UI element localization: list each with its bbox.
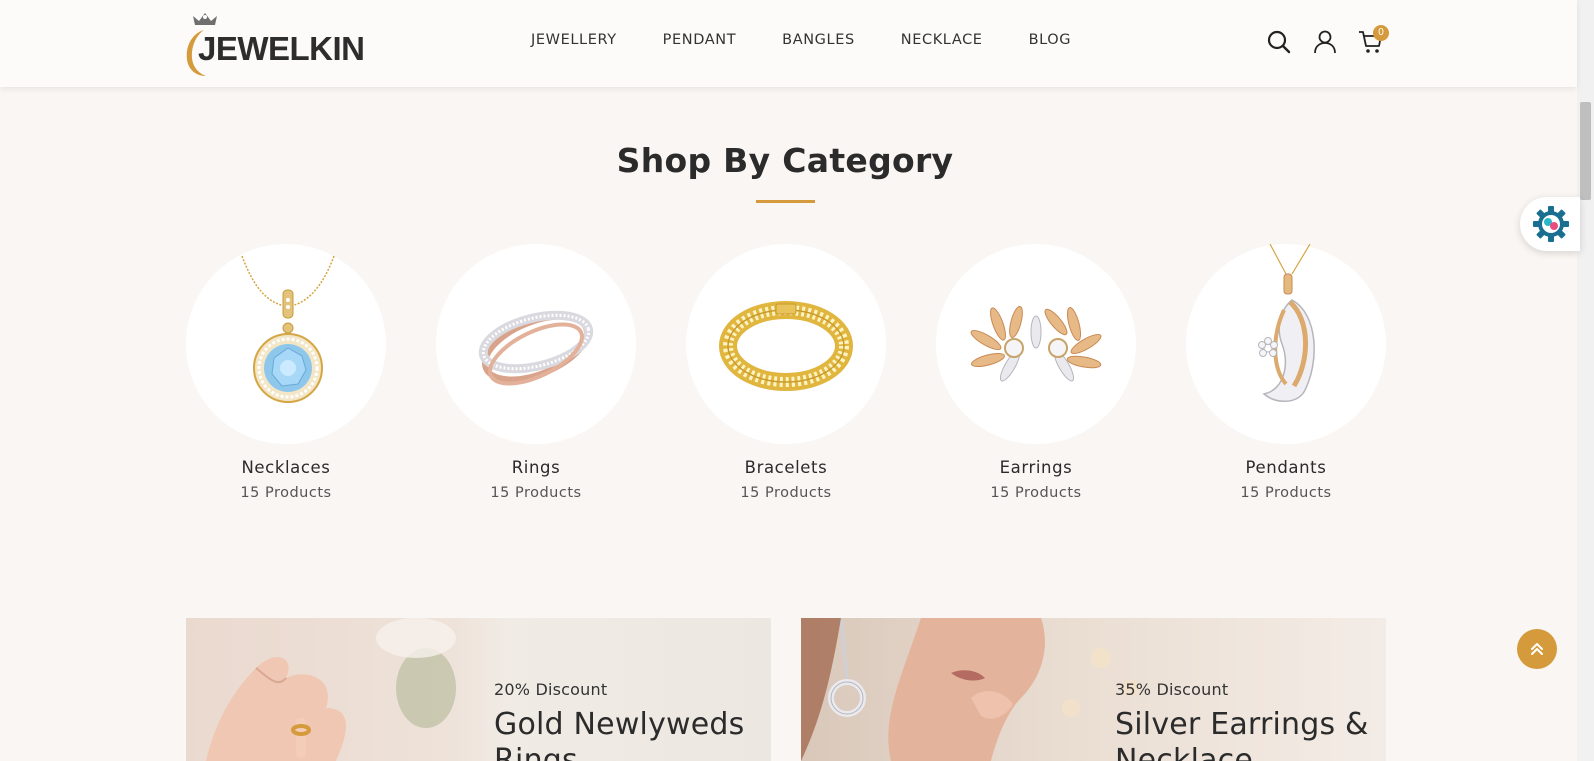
category-count: 15 Products [740,485,832,501]
banner-discount-label: 20% Discount [494,680,608,699]
search-icon[interactable] [1266,29,1292,55]
category-rings[interactable]: Rings 15 Products [436,244,636,501]
double-chevron-up-icon [1531,643,1543,655]
category-name[interactable]: Pendants [1186,458,1386,477]
banner-title[interactable]: Gold Newlyweds Rings [494,707,754,761]
nav-item-jewellery[interactable]: JEWELLERY [531,32,617,48]
category-count: 15 Products [490,485,582,501]
brand-logo[interactable]: JEWELKIN [184,12,365,76]
user-icon[interactable] [1312,29,1338,55]
category-count: 15 Products [240,485,332,501]
banner-discount-label: 35% Discount [1115,680,1229,699]
bracelet-image[interactable] [686,244,886,444]
category-name[interactable]: Rings [436,458,636,477]
nav-item-blog[interactable]: BLOG [1029,32,1072,48]
category-name[interactable]: Necklaces [186,458,386,477]
category-name[interactable]: Bracelets [686,458,886,477]
back-to-top-button[interactable] [1517,629,1557,669]
brand-name: JEWELKIN [198,30,365,67]
section-title: Shop By Category [616,141,954,180]
header-actions: 0 [1266,25,1389,55]
necklace-image[interactable] [186,244,386,444]
category-name[interactable]: Earrings [936,458,1136,477]
category-pendants[interactable]: Pendants 15 Products [1186,244,1386,501]
ring-image[interactable] [436,244,636,444]
category-count: 15 Products [990,485,1082,501]
category-necklaces[interactable]: Necklaces 15 Products [186,244,386,501]
title-underline [756,200,815,203]
cart-icon[interactable]: 0 [1358,25,1389,55]
gear-icon [1533,206,1569,242]
category-bracelets[interactable]: Bracelets 15 Products [686,244,886,501]
nav-item-necklace[interactable]: NECKLACE [901,32,983,48]
nav-item-pendant[interactable]: PENDANT [663,32,737,48]
scrollbar-thumb[interactable] [1580,102,1591,200]
banner-title[interactable]: Silver Earrings & Necklace [1115,707,1375,761]
site-header: JEWELKIN JEWELLERY PENDANT BANGLES NECKL… [0,0,1577,87]
nav-item-bangles[interactable]: BANGLES [782,32,855,48]
earrings-image[interactable] [936,244,1136,444]
cart-count-badge: 0 [1373,25,1389,41]
page-scrollbar[interactable] [1577,0,1594,761]
banner-gold-rings[interactable]: 20% Discount Gold Newlyweds Rings [186,618,771,761]
accessibility-widget-button[interactable] [1520,197,1580,251]
category-earrings[interactable]: Earrings 15 Products [936,244,1136,501]
pendant-image[interactable] [1186,244,1386,444]
main-nav: JEWELLERY PENDANT BANGLES NECKLACE BLOG [531,32,1071,48]
category-count: 15 Products [1240,485,1332,501]
banner-silver-earrings[interactable]: 35% Discount Silver Earrings & Necklace [801,618,1386,761]
